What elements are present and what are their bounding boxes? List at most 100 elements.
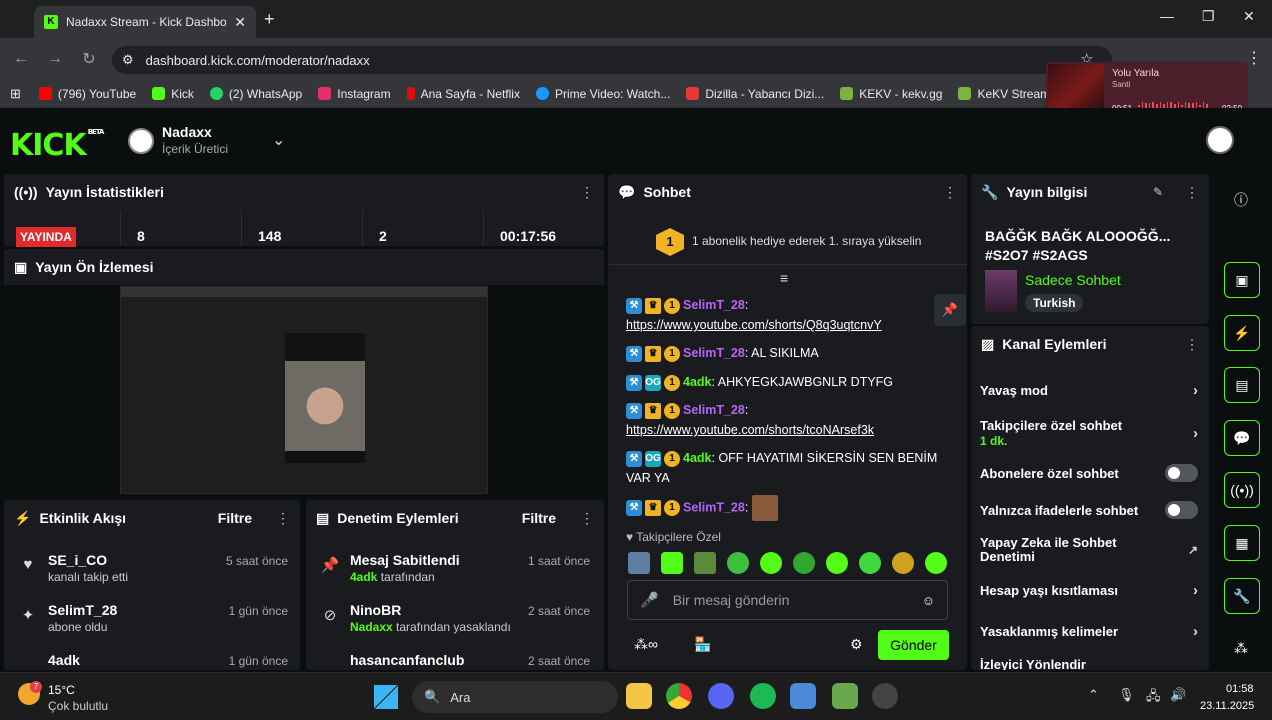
bookmark-kekv[interactable]: KEKV - kekv.gg — [840, 87, 942, 101]
chat-input-placeholder[interactable]: Bir mesaj gönderin — [673, 592, 908, 608]
kick-logo[interactable]: KICK BETA — [10, 128, 104, 163]
volume-icon[interactable]: 🔊 — [1170, 687, 1186, 703]
stream-preview-video[interactable] — [120, 286, 488, 494]
emote-item[interactable] — [859, 552, 881, 574]
chat-link[interactable]: https://www.youtube.com/shorts/Q8q3uqtcn… — [626, 318, 882, 332]
menu-kebab-icon[interactable]: ⋮ — [1246, 48, 1262, 68]
chat-link[interactable]: https://www.youtube.com/shorts/tcoNArsef… — [626, 423, 874, 437]
chevron-down-icon[interactable]: ⌄ — [272, 130, 285, 150]
discord-icon[interactable] — [708, 683, 734, 709]
emote-item[interactable] — [694, 552, 716, 574]
emote-item[interactable] — [826, 552, 848, 574]
network-icon[interactable]: 🖧 — [1146, 687, 1161, 709]
modlog-title[interactable]: NinoBR — [350, 602, 401, 618]
chrome-icon[interactable] — [666, 683, 692, 709]
emote-item[interactable] — [661, 552, 683, 574]
feed-user[interactable]: SelimT_28 — [48, 602, 117, 618]
bookmark-youtube[interactable]: (796) YouTube — [38, 87, 136, 101]
forward-icon[interactable]: → — [38, 50, 72, 68]
feed-user[interactable]: SE_i_CO — [48, 552, 107, 568]
bookmark-whatsapp[interactable]: (2) WhatsApp — [209, 87, 302, 101]
panel-menu-icon[interactable]: ⋮ — [580, 510, 594, 527]
emote-item[interactable] — [925, 552, 947, 574]
chat-username[interactable]: SelimT_28 — [683, 500, 745, 514]
site-info-icon[interactable]: ⚙ — [122, 52, 134, 68]
app-icon[interactable] — [790, 683, 816, 709]
bookmark-prime[interactable]: Prime Video: Watch... — [535, 87, 670, 101]
bookmark-dizilla[interactable]: Dizilla - Yabancı Dizi... — [686, 87, 824, 101]
minimize-icon[interactable]: — — [1160, 8, 1174, 24]
filter-button[interactable]: Filtre — [218, 510, 252, 526]
emote-item[interactable] — [628, 552, 650, 574]
chevron-up-icon[interactable]: ⌃ — [1088, 687, 1099, 703]
modlog-actor[interactable]: 4adk — [350, 570, 377, 584]
chat-username[interactable]: SelimT_28 — [683, 298, 745, 312]
edit-pencil-icon[interactable]: ✎ — [1153, 185, 1163, 199]
bookmark-netflix[interactable]: Ana Sayfa - Netflix — [406, 87, 520, 101]
settings-gear-icon[interactable]: ⚙ — [850, 636, 863, 653]
chat-input-box[interactable]: 🎤 Bir mesaj gönderin ☺ — [627, 580, 948, 620]
setting-raid[interactable]: İzleyici Yönlendir — [980, 658, 1198, 670]
rail-activity-button[interactable]: ⚡ — [1224, 315, 1260, 351]
mic-icon[interactable]: 🎙 — [1118, 687, 1135, 703]
obs-icon[interactable] — [872, 683, 898, 709]
modlog-actor[interactable]: Nadaxx — [350, 620, 393, 634]
chat-username[interactable]: SelimT_28 — [683, 403, 745, 417]
rail-preview-button[interactable]: ▣ — [1224, 262, 1260, 298]
bookmark-instagram[interactable]: Instagram — [318, 87, 391, 101]
info-icon[interactable]: ⓘ — [1234, 190, 1248, 210]
filter-button[interactable]: Filtre — [522, 510, 556, 526]
windows-start-icon[interactable] — [374, 685, 398, 709]
emote-item[interactable] — [892, 552, 914, 574]
rail-stats-button[interactable]: ((•)) — [1224, 472, 1260, 508]
modlog-title[interactable]: hasancanfanclub — [350, 652, 464, 668]
bookmark-kick[interactable]: Kick — [152, 87, 194, 101]
panel-menu-icon[interactable]: ⋮ — [1185, 336, 1199, 353]
reload-icon[interactable]: ↻ — [72, 49, 106, 69]
feed-user[interactable]: 4adk — [48, 652, 80, 668]
browser-tab[interactable]: K Nadaxx Stream - Kick Dashboar ✕ — [34, 6, 256, 38]
send-button[interactable]: Gönder — [878, 630, 949, 660]
window-close-icon[interactable]: ✕ — [1243, 8, 1255, 25]
setting-banned-words[interactable]: Yasaklanmış kelimeler › — [980, 623, 1198, 640]
rail-chat-button[interactable]: 💬 — [1224, 420, 1260, 456]
chat-username[interactable]: SelimT_28 — [683, 346, 745, 360]
toggle-switch[interactable] — [1165, 464, 1198, 482]
emoji-icon[interactable]: ☺ — [922, 593, 935, 608]
category-name[interactable]: Sadece Sohbet — [1025, 272, 1121, 288]
setting-ai-moderation[interactable]: Yapay Zeka ile Sohbet Denetimi ↗ — [980, 536, 1198, 564]
spotify-icon[interactable] — [750, 683, 776, 709]
toggle-switch[interactable] — [1165, 501, 1198, 519]
panel-menu-icon[interactable]: ⋮ — [276, 510, 290, 527]
chat-username[interactable]: 4adk — [683, 375, 712, 389]
minecraft-icon[interactable] — [832, 683, 858, 709]
file-explorer-icon[interactable] — [626, 683, 652, 709]
setting-account-age[interactable]: Hesap yaşı kısıtlaması › — [980, 582, 1198, 599]
apps-grid-icon[interactable]: ⊞ — [10, 86, 21, 102]
back-icon[interactable]: ← — [4, 50, 38, 68]
channel-avatar[interactable] — [128, 128, 154, 154]
maximize-icon[interactable]: ❐ — [1202, 8, 1215, 25]
taskbar-search[interactable]: 🔍 Ara — [412, 681, 618, 713]
rail-modlog-button[interactable]: ▤ — [1224, 367, 1260, 403]
omnibox[interactable]: ⚙ dashboard.kick.com/moderator/nadaxx — [112, 46, 1112, 74]
setting-followers-only[interactable]: Takipçilere özel sohbet 1 dk. › — [980, 418, 1198, 448]
store-icon[interactable]: 🏪 — [694, 636, 711, 653]
setting-subscribers-only[interactable]: Abonelere özel sohbet — [980, 464, 1198, 482]
setting-slow-mode[interactable]: Yavaş mod › — [980, 382, 1198, 399]
rail-actions-button[interactable]: ▦ — [1224, 525, 1260, 561]
points-icon[interactable]: ⁂∞ — [634, 636, 658, 653]
collapse-icon[interactable]: ≡ — [780, 270, 788, 286]
apps-icon[interactable]: ⁂ — [1234, 640, 1248, 657]
setting-emote-only[interactable]: Yalnızca ifadelerle sohbet — [980, 501, 1198, 519]
category-thumbnail[interactable] — [985, 270, 1017, 312]
chat-username[interactable]: 4adk — [683, 451, 712, 465]
tab-close-icon[interactable]: ✕ — [234, 14, 246, 31]
clock-date[interactable]: 23.11.2025 — [1200, 700, 1254, 712]
rail-info-button[interactable]: 🔧 — [1224, 578, 1260, 614]
new-tab-button[interactable]: + — [264, 9, 275, 30]
user-avatar[interactable] — [1206, 126, 1234, 154]
emote-item[interactable] — [727, 552, 749, 574]
gift-promo-text[interactable]: 1 abonelik hediye ederek 1. sıraya yükse… — [692, 234, 921, 248]
emote-item[interactable] — [760, 552, 782, 574]
